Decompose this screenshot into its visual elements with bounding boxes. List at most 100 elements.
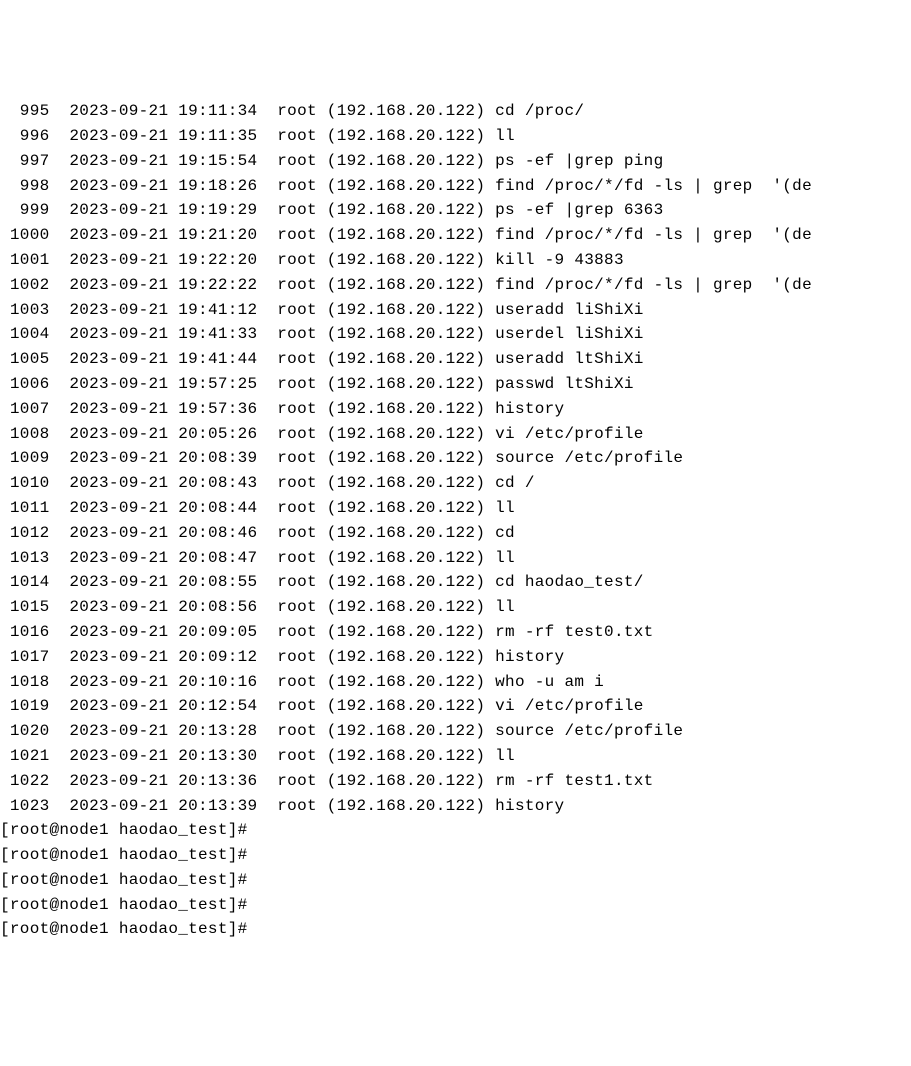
- history-time: 20:05:26: [178, 425, 257, 443]
- history-command: userdel liShiXi: [495, 325, 644, 343]
- history-date: 2023-09-21: [69, 772, 168, 790]
- history-date: 2023-09-21: [69, 474, 168, 492]
- history-line: 1007 2023-09-21 19:57:36 root (192.168.2…: [0, 397, 911, 422]
- history-date: 2023-09-21: [69, 524, 168, 542]
- history-number: 1006: [0, 375, 50, 393]
- history-number: 1014: [0, 573, 50, 591]
- history-command: vi /etc/profile: [495, 697, 644, 715]
- history-user: root: [277, 375, 317, 393]
- history-user: root: [277, 524, 317, 542]
- shell-prompt[interactable]: [root@node1 haodao_test]#: [0, 868, 911, 893]
- history-number: 1010: [0, 474, 50, 492]
- history-date: 2023-09-21: [69, 325, 168, 343]
- shell-prompt[interactable]: [root@node1 haodao_test]#: [0, 843, 911, 868]
- history-date: 2023-09-21: [69, 623, 168, 641]
- history-command: history: [495, 648, 564, 666]
- history-date: 2023-09-21: [69, 177, 168, 195]
- history-ip: (192.168.20.122): [327, 499, 485, 517]
- history-number: 1011: [0, 499, 50, 517]
- history-ip: (192.168.20.122): [327, 325, 485, 343]
- history-number: 1000: [0, 226, 50, 244]
- history-time: 19:22:20: [178, 251, 257, 269]
- history-ip: (192.168.20.122): [327, 747, 485, 765]
- history-time: 20:08:47: [178, 549, 257, 567]
- history-ip: (192.168.20.122): [327, 201, 485, 219]
- history-line: 1019 2023-09-21 20:12:54 root (192.168.2…: [0, 694, 911, 719]
- history-date: 2023-09-21: [69, 722, 168, 740]
- history-command: ps -ef |grep ping: [495, 152, 663, 170]
- history-command: ps -ef |grep 6363: [495, 201, 663, 219]
- history-number: 1020: [0, 722, 50, 740]
- history-date: 2023-09-21: [69, 400, 168, 418]
- history-command: rm -rf test0.txt: [495, 623, 653, 641]
- history-time: 20:12:54: [178, 697, 257, 715]
- history-time: 20:13:28: [178, 722, 257, 740]
- history-number: 1007: [0, 400, 50, 418]
- history-time: 19:57:36: [178, 400, 257, 418]
- history-ip: (192.168.20.122): [327, 375, 485, 393]
- shell-prompt[interactable]: [root@node1 haodao_test]#: [0, 893, 911, 918]
- history-number: 1023: [0, 797, 50, 815]
- history-ip: (192.168.20.122): [327, 598, 485, 616]
- history-line: 1022 2023-09-21 20:13:36 root (192.168.2…: [0, 769, 911, 794]
- history-line: 1006 2023-09-21 19:57:25 root (192.168.2…: [0, 372, 911, 397]
- history-ip: (192.168.20.122): [327, 251, 485, 269]
- history-command: cd /proc/: [495, 102, 584, 120]
- history-ip: (192.168.20.122): [327, 400, 485, 418]
- history-ip: (192.168.20.122): [327, 226, 485, 244]
- history-line: 996 2023-09-21 19:11:35 root (192.168.20…: [0, 124, 911, 149]
- history-command: cd /: [495, 474, 535, 492]
- history-user: root: [277, 623, 317, 641]
- history-number: 1002: [0, 276, 50, 294]
- history-date: 2023-09-21: [69, 276, 168, 294]
- history-time: 19:11:35: [178, 127, 257, 145]
- history-date: 2023-09-21: [69, 648, 168, 666]
- shell-prompt[interactable]: [root@node1 haodao_test]#: [0, 818, 911, 843]
- history-user: root: [277, 549, 317, 567]
- history-line: 1000 2023-09-21 19:21:20 root (192.168.2…: [0, 223, 911, 248]
- history-date: 2023-09-21: [69, 425, 168, 443]
- history-user: root: [277, 177, 317, 195]
- history-ip: (192.168.20.122): [327, 350, 485, 368]
- history-command: useradd liShiXi: [495, 301, 644, 319]
- history-number: 999: [0, 201, 50, 219]
- history-number: 1016: [0, 623, 50, 641]
- history-ip: (192.168.20.122): [327, 772, 485, 790]
- history-command: ll: [495, 549, 515, 567]
- history-user: root: [277, 573, 317, 591]
- history-line: 1016 2023-09-21 20:09:05 root (192.168.2…: [0, 620, 911, 645]
- history-date: 2023-09-21: [69, 152, 168, 170]
- history-time: 19:19:29: [178, 201, 257, 219]
- history-date: 2023-09-21: [69, 747, 168, 765]
- history-user: root: [277, 152, 317, 170]
- shell-prompt[interactable]: [root@node1 haodao_test]#: [0, 917, 911, 942]
- terminal-output[interactable]: 995 2023-09-21 19:11:34 root (192.168.20…: [0, 99, 911, 942]
- history-line: 1013 2023-09-21 20:08:47 root (192.168.2…: [0, 546, 911, 571]
- history-number: 1004: [0, 325, 50, 343]
- history-date: 2023-09-21: [69, 127, 168, 145]
- history-line: 1011 2023-09-21 20:08:44 root (192.168.2…: [0, 496, 911, 521]
- history-line: 1004 2023-09-21 19:41:33 root (192.168.2…: [0, 322, 911, 347]
- history-user: root: [277, 201, 317, 219]
- history-user: root: [277, 102, 317, 120]
- history-command: kill -9 43883: [495, 251, 624, 269]
- history-number: 1013: [0, 549, 50, 567]
- history-user: root: [277, 226, 317, 244]
- history-time: 20:08:43: [178, 474, 257, 492]
- history-date: 2023-09-21: [69, 102, 168, 120]
- history-user: root: [277, 673, 317, 691]
- history-ip: (192.168.20.122): [327, 127, 485, 145]
- history-date: 2023-09-21: [69, 201, 168, 219]
- history-ip: (192.168.20.122): [327, 797, 485, 815]
- history-command: cd haodao_test/: [495, 573, 644, 591]
- history-command: useradd ltShiXi: [495, 350, 644, 368]
- history-time: 19:21:20: [178, 226, 257, 244]
- history-time: 20:08:46: [178, 524, 257, 542]
- history-user: root: [277, 325, 317, 343]
- history-line: 1018 2023-09-21 20:10:16 root (192.168.2…: [0, 670, 911, 695]
- history-user: root: [277, 400, 317, 418]
- history-line: 999 2023-09-21 19:19:29 root (192.168.20…: [0, 198, 911, 223]
- history-line: 1010 2023-09-21 20:08:43 root (192.168.2…: [0, 471, 911, 496]
- history-user: root: [277, 598, 317, 616]
- history-time: 19:22:22: [178, 276, 257, 294]
